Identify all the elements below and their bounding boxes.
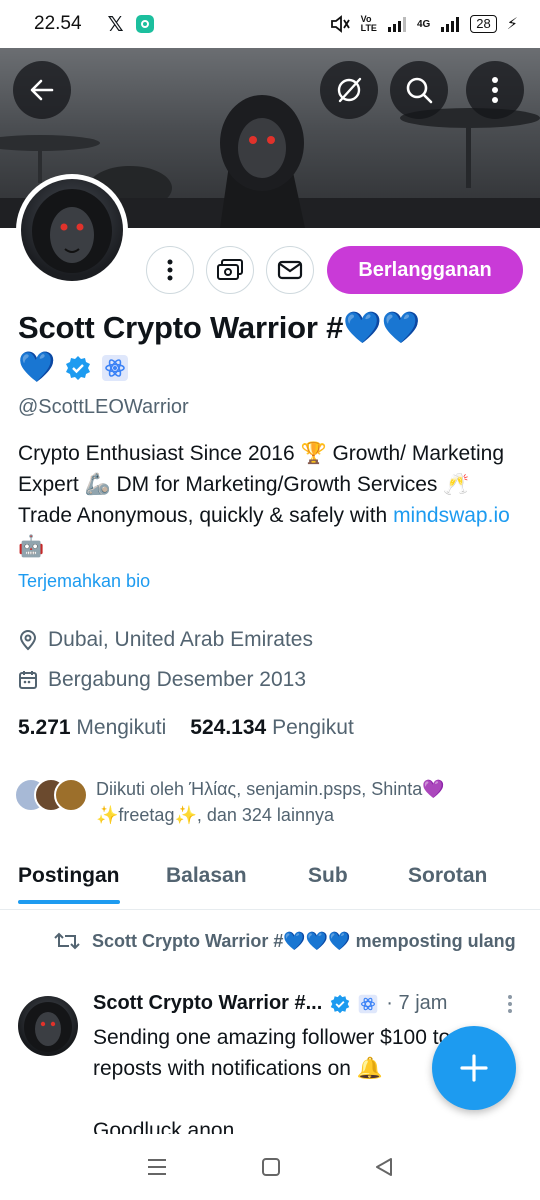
money-icon xyxy=(217,259,243,280)
following-label: Mengikuti xyxy=(76,716,167,739)
following-stat[interactable]: 5.271 Mengikuti xyxy=(18,716,166,740)
followers-label: Pengikut xyxy=(272,716,354,739)
profile-name-line2: 💙 xyxy=(18,350,129,385)
followed-by-text: Diikuti oleh Ήλίας, senjamin.psps, Shint… xyxy=(96,779,445,825)
network-type: 4G xyxy=(416,18,431,30)
subscribe-button[interactable]: Berlangganan xyxy=(327,246,523,294)
x-app-icon: 𝕏 xyxy=(107,13,124,36)
more-vertical-icon xyxy=(167,259,173,281)
mute-notifications-button[interactable] xyxy=(320,61,378,119)
volte-icon: Vo LTE xyxy=(360,14,377,33)
post-time: · 7 jam xyxy=(386,992,448,1014)
status-time: 22.54 xyxy=(34,13,82,34)
followed-by[interactable]: Diikuti oleh Ήλίας, senjamin.psps, Shint… xyxy=(14,776,516,828)
recent-apps-icon[interactable] xyxy=(146,1157,168,1177)
profile-name: Scott Crypto Warrior #💙💙 xyxy=(18,310,420,345)
plus-icon xyxy=(460,1054,488,1082)
home-icon[interactable] xyxy=(261,1157,281,1177)
tab-replies[interactable]: Balasan xyxy=(166,858,247,888)
location-text: Dubai, United Arab Emirates xyxy=(48,628,313,651)
verified-badge-icon[interactable] xyxy=(65,355,91,381)
join-date-text: Bergabung Desember 2013 xyxy=(48,668,307,691)
following-count: 5.271 xyxy=(18,716,71,739)
search-icon xyxy=(406,77,433,104)
profile-tabs: Postingan Balasan Sub Sorotan xyxy=(0,858,540,910)
followers-stat[interactable]: 524.134 Pengikut xyxy=(190,716,354,740)
atom-badge-icon[interactable] xyxy=(101,354,129,382)
more-options-button[interactable] xyxy=(466,61,524,119)
back-button[interactable] xyxy=(13,61,71,119)
post-header: Scott Crypto Warrior #... · 7 jam xyxy=(93,992,523,1015)
profile-avatar[interactable] xyxy=(16,174,128,286)
post-avatar[interactable] xyxy=(18,996,78,1056)
repost-indicator: Scott Crypto Warrior #💙💙💙 memposting ula… xyxy=(54,928,524,954)
mail-icon xyxy=(277,260,303,280)
search-button[interactable] xyxy=(390,61,448,119)
lion-avatar-icon xyxy=(24,1002,72,1052)
calendar-icon xyxy=(19,671,37,689)
profile-handle: @ScottLEOWarrior xyxy=(18,396,189,418)
tab-subs[interactable]: Sub xyxy=(308,858,348,888)
bio-link[interactable]: mindswap.io xyxy=(393,504,510,527)
back-icon[interactable] xyxy=(374,1157,394,1177)
tab-posts[interactable]: Postingan xyxy=(18,858,120,904)
battery-indicator: 28 xyxy=(470,15,497,33)
tab-highlights[interactable]: Sorotan xyxy=(408,858,487,888)
repost-text: Scott Crypto Warrior #💙💙💙 memposting ula… xyxy=(92,931,516,951)
signal-icon xyxy=(387,17,406,32)
mute-icon xyxy=(330,15,350,33)
app-notification-icon xyxy=(135,15,154,33)
name-emoji: 💙 xyxy=(18,351,56,384)
translate-bio-link[interactable]: Terjemahkan bio xyxy=(18,571,150,592)
more-actions-button[interactable] xyxy=(146,246,194,294)
more-vertical-icon xyxy=(492,77,498,103)
follower-avatar xyxy=(54,778,88,812)
charging-icon: ⚡ xyxy=(506,16,518,33)
profile-bio: Crypto Enthusiast Since 2016 🏆 Growth/ M… xyxy=(18,438,523,562)
signal-icon-2 xyxy=(441,17,460,32)
status-bar: 22.54 𝕏 Vo LTE 4G 28 ⚡ xyxy=(0,0,540,48)
profile-stats: 5.271 Mengikuti 524.134 Pengikut xyxy=(18,716,354,740)
atom-badge-icon xyxy=(359,994,378,1013)
followers-faces xyxy=(14,776,88,814)
profile-join-date: Bergabung Desember 2013 xyxy=(18,668,306,692)
lion-avatar-icon xyxy=(32,189,112,273)
repost-icon xyxy=(54,932,80,950)
tip-button[interactable] xyxy=(206,246,254,294)
verified-badge-icon xyxy=(331,994,350,1013)
post-author[interactable]: Scott Crypto Warrior #... xyxy=(93,992,322,1015)
post-more-icon[interactable] xyxy=(507,994,513,1014)
profile-location: Dubai, United Arab Emirates xyxy=(18,628,313,652)
followers-count: 524.134 xyxy=(190,716,267,739)
no-notifications-icon xyxy=(337,77,362,103)
system-nav-bar xyxy=(0,1134,540,1200)
back-arrow-icon xyxy=(30,79,54,101)
avatar-image xyxy=(21,179,123,281)
message-button[interactable] xyxy=(266,246,314,294)
compose-button[interactable] xyxy=(432,1026,516,1110)
location-pin-icon xyxy=(19,630,37,651)
bio-text-end: 🤖 xyxy=(18,535,45,558)
